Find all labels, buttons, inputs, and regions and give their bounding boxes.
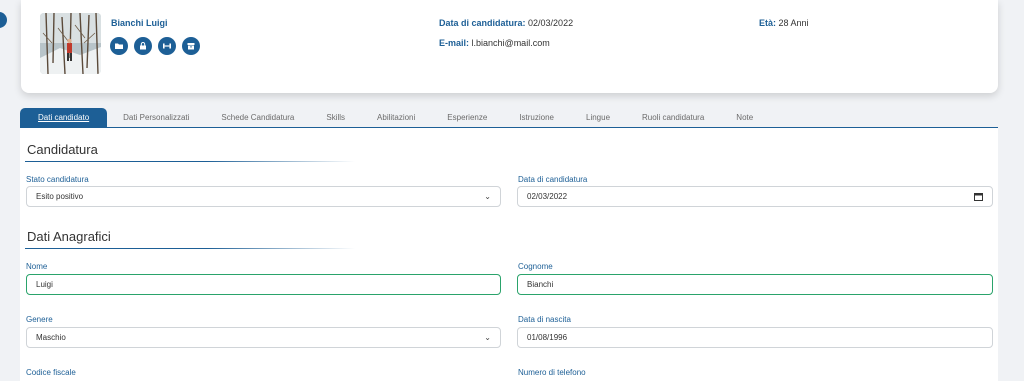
tab-label: Skills <box>326 113 346 122</box>
tab-label: Lingue <box>586 113 611 122</box>
dati-candidato-panel: Candidatura Stato candidatura Esito posi… <box>20 128 998 381</box>
tab-lingue[interactable]: Lingue <box>570 108 626 127</box>
tab-note[interactable]: Note <box>720 108 769 127</box>
chevron-down-icon: ⌄ <box>484 192 491 201</box>
tab-dati-candidato[interactable]: Dati candidato <box>20 108 108 127</box>
data-candidatura-label: Data di candidatura <box>518 175 588 184</box>
age-info: Età: 28 Anni <box>759 18 809 28</box>
section-title-anagrafici: Dati Anagrafici <box>27 229 111 244</box>
data-candidatura-input[interactable]: 02/03/2022 <box>517 186 993 207</box>
genere-value: Maschio <box>36 333 66 342</box>
cognome-field[interactable]: Bianchi <box>517 274 993 295</box>
dumbbell-icon[interactable] <box>158 37 176 55</box>
folder-icon[interactable] <box>110 37 128 55</box>
tab-label: Ruoli candidatura <box>642 113 705 122</box>
lock-icon[interactable] <box>134 37 152 55</box>
tab-label: Abilitazioni <box>377 113 416 122</box>
calendar-icon[interactable] <box>974 192 983 201</box>
tab-label: Istruzione <box>519 113 554 122</box>
nome-field[interactable]: Luigi <box>26 274 501 295</box>
cognome-value: Bianchi <box>527 280 554 289</box>
tab-label: Dati candidato <box>38 113 90 122</box>
email-value[interactable]: l.bianchi@mail.com <box>472 38 550 48</box>
tab-istruzione[interactable]: Istruzione <box>503 108 570 127</box>
data-nascita-value: 01/08/1996 <box>527 333 568 342</box>
genere-select[interactable]: Maschio ⌄ <box>26 327 501 348</box>
data-nascita-field[interactable]: 01/08/1996 <box>517 327 993 348</box>
age-label: Età: <box>759 18 777 28</box>
section-divider <box>25 248 355 249</box>
candidate-name[interactable]: Bianchi Luigi <box>111 18 168 28</box>
tab-label: Dati Personalizzati <box>123 113 190 122</box>
data-nascita-label: Data di nascita <box>518 315 571 324</box>
candidate-photo <box>40 13 101 74</box>
application-date-info: Data di candidatura: 02/03/2022 <box>439 18 573 28</box>
application-date-value: 02/03/2022 <box>528 18 574 28</box>
telefono-label: Numero di telefono <box>518 368 586 377</box>
tab-label: Note <box>736 113 754 122</box>
tab-bar: Dati candidato Dati Personalizzati Sched… <box>20 108 998 128</box>
tab-skills[interactable]: Skills <box>310 108 361 127</box>
tab-abilitazioni[interactable]: Abilitazioni <box>361 108 431 127</box>
data-candidatura-value: 02/03/2022 <box>527 192 568 201</box>
tab-label: Schede Candidatura <box>221 113 295 122</box>
tab-label: Esperienze <box>447 113 488 122</box>
stato-candidatura-value: Esito positivo <box>36 192 84 201</box>
stato-candidatura-select[interactable]: Esito positivo ⌄ <box>26 186 501 207</box>
email-info: E-mail: l.bianchi@mail.com <box>439 38 550 48</box>
stato-candidatura-label: Stato candidatura <box>26 175 89 184</box>
section-title-candidatura: Candidatura <box>27 142 98 157</box>
cognome-label: Cognome <box>518 262 553 271</box>
tab-ruoli-candidatura[interactable]: Ruoli candidatura <box>626 108 720 127</box>
edge-indicator <box>0 12 7 28</box>
candidate-header-card: Bianchi Luigi Data di candidatura: 02/03… <box>21 0 998 93</box>
email-label: E-mail: <box>439 38 470 48</box>
tab-schede-candidatura[interactable]: Schede Candidatura <box>205 108 310 127</box>
codice-fiscale-label: Codice fiscale <box>26 368 76 377</box>
archive-icon[interactable] <box>182 37 200 55</box>
genere-label: Genere <box>26 315 53 324</box>
application-date-label: Data di candidatura: <box>439 18 526 28</box>
tab-esperienze[interactable]: Esperienze <box>431 108 503 127</box>
tab-dati-personalizzati[interactable]: Dati Personalizzati <box>107 108 205 127</box>
section-divider <box>25 161 355 162</box>
candidate-actions <box>110 37 200 55</box>
age-value: 28 Anni <box>778 18 809 28</box>
nome-label: Nome <box>26 262 48 271</box>
chevron-down-icon: ⌄ <box>484 333 491 342</box>
nome-value: Luigi <box>36 280 53 289</box>
